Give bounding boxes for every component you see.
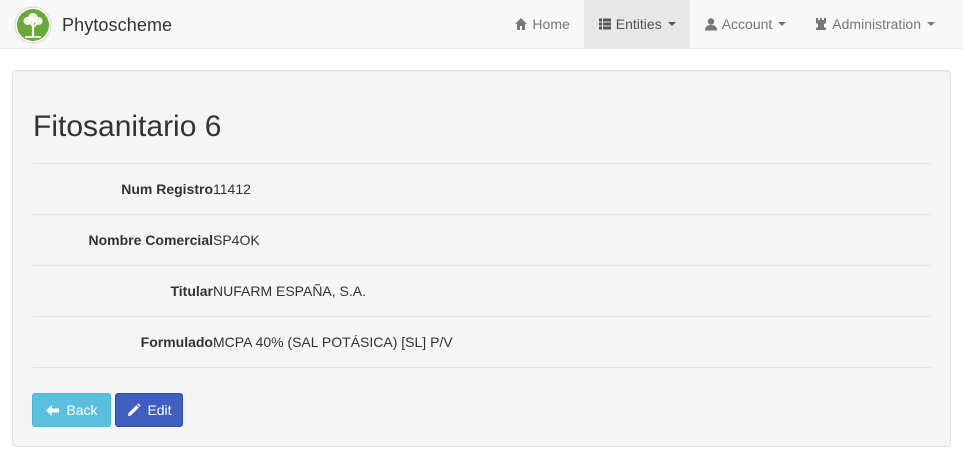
brand-link[interactable]: Phytoscheme [14,6,172,44]
detail-panel: Fitosanitario 6 Num Registro 11412 Nombr… [12,70,951,447]
field-row-num-registro: Num Registro 11412 [33,164,931,215]
field-row-formulado: Formulado MCPA 40% (SAL POTÁSICA) [SL] P… [33,317,931,368]
user-icon [704,18,717,31]
field-row-titular: Titular NUFARM ESPAÑA, S.A. [33,266,931,317]
arrow-left-icon [46,404,60,416]
back-button[interactable]: Back [32,393,111,427]
field-value: MCPA 40% (SAL POTÁSICA) [SL] P/V [213,334,453,350]
nav-account[interactable]: Account [690,0,801,48]
field-value: NUFARM ESPAÑA, S.A. [213,283,366,299]
nav-administration-label: Administration [832,16,921,32]
navbar: Phytoscheme Home Entities Account Admini… [0,0,963,49]
list-icon [598,18,611,30]
nav-administration[interactable]: Administration [800,0,949,48]
field-value: 11412 [213,181,251,197]
nav-account-label: Account [721,16,773,32]
pencil-icon [128,402,142,416]
edit-button-label: Edit [147,402,172,418]
field-label: Nombre Comercial [88,232,213,248]
tree-logo-icon [14,6,52,44]
tower-icon [816,18,827,30]
nav-home-label: Home [532,16,570,32]
nav-entities[interactable]: Entities [583,0,690,48]
chevron-down-icon [927,22,935,26]
main-nav: Home Entities Account Administration [500,0,949,48]
field-value: SP4OK [213,232,260,248]
chevron-down-icon [667,22,676,26]
brand-title: Phytoscheme [62,14,173,35]
chevron-down-icon [778,22,787,26]
field-row-nombre-comercial: Nombre Comercial SP4OK [33,215,931,266]
nav-entities-label: Entities [615,16,662,32]
field-label: Titular [170,283,213,299]
field-label: Num Registro [121,181,213,197]
nav-home[interactable]: Home [500,0,583,48]
edit-button[interactable]: Edit [115,393,183,427]
field-label: Formulado [140,334,213,350]
home-icon [515,18,528,30]
page-title: Fitosanitario 6 [33,110,222,143]
back-button-label: Back [66,402,98,418]
